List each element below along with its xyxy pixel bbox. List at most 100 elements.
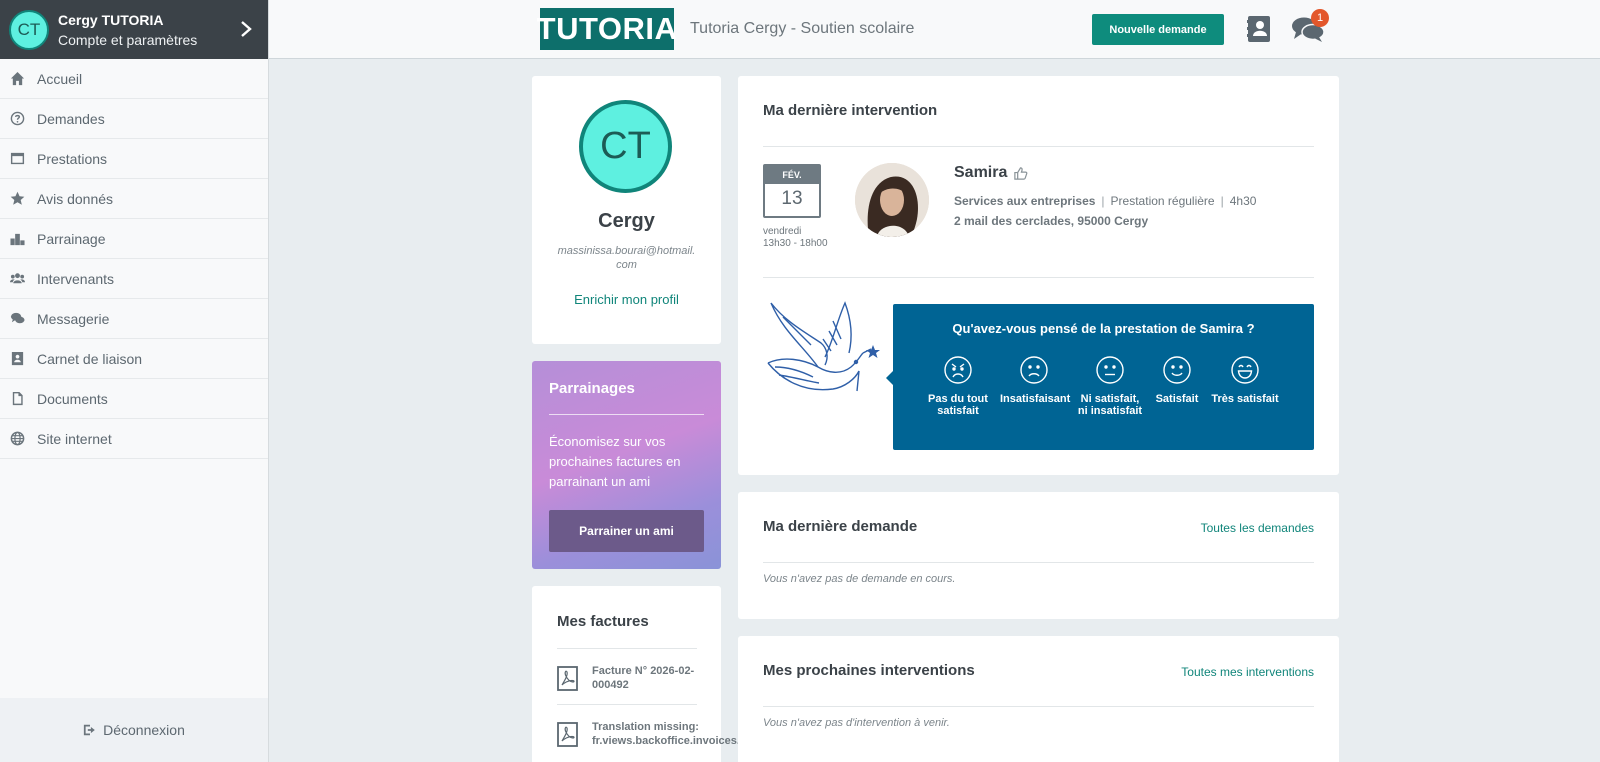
invoice-label: Facture N° 2026-02-000492 — [592, 665, 695, 691]
last-request-card: Ma dernière demande Toutes les demandes … — [738, 492, 1339, 619]
sidebar: CT Cergy TUTORIA Compte et paramètres Ac… — [0, 0, 269, 762]
all-requests-link[interactable]: Toutes les demandes — [1201, 521, 1314, 535]
divider — [763, 562, 1314, 563]
service-duration: 4h30 — [1229, 194, 1257, 208]
avatar: CT — [579, 100, 672, 193]
angry-face-icon — [944, 356, 972, 384]
service-frequency: Prestation régulière — [1110, 194, 1215, 208]
intervenant-name-text: Samira — [954, 164, 1008, 181]
logout-label: Déconnexion — [103, 722, 185, 738]
sidebar-item-accueil[interactable]: Accueil — [0, 59, 268, 99]
sidebar-item-label: Demandes — [37, 110, 105, 127]
rating-label: Ni satisfait, ni insatisfait — [1077, 393, 1143, 417]
star-icon — [10, 191, 25, 205]
section-title: Ma dernière intervention — [763, 102, 938, 119]
users-icon — [10, 273, 25, 284]
rating-label: Satisfait — [1155, 393, 1199, 405]
logout-button[interactable]: Déconnexion — [0, 698, 268, 762]
divider — [763, 277, 1314, 278]
contact-book-icon[interactable] — [1247, 16, 1271, 42]
section-title: Ma dernière demande — [763, 518, 918, 535]
contact-book-icon — [11, 351, 24, 366]
sidebar-item-label: Carnet de liaison — [37, 350, 143, 367]
date-day: 13 — [781, 188, 803, 209]
divider — [763, 146, 1314, 147]
intervenant-name: Samira — [954, 164, 1028, 182]
home-icon — [10, 71, 25, 86]
thumbs-up-icon[interactable] — [1013, 166, 1028, 181]
sidebar-item-carnet[interactable]: Carnet de liaison — [0, 339, 268, 379]
sidebar-item-label: Avis donnés — [37, 190, 114, 207]
globe-icon — [10, 431, 25, 446]
account-menu[interactable]: CT Cergy TUTORIA Compte et paramètres — [0, 0, 268, 59]
rating-label: Insatisfaisant — [1000, 393, 1071, 405]
sidebar-item-label: Accueil — [37, 70, 83, 87]
next-interventions-card: Mes prochaines interventions Toutes mes … — [738, 636, 1339, 762]
refer-friend-button[interactable]: Parrainer un ami — [549, 510, 704, 552]
sidebar-item-parrainage[interactable]: Parrainage — [0, 219, 268, 259]
podium-icon — [10, 233, 25, 246]
file-icon — [12, 391, 23, 406]
swallow-illustration — [767, 301, 880, 392]
invoice-item[interactable]: Translation missing: fr.views.backoffice… — [557, 720, 757, 748]
sidebar-item-prestations[interactable]: Prestations — [0, 139, 268, 179]
account-name: Cergy TUTORIA — [58, 11, 164, 28]
sidebar-item-avis[interactable]: Avis donnés — [0, 179, 268, 219]
sidebar-item-documents[interactable]: Documents — [0, 379, 268, 419]
profile-name: Cergy — [598, 210, 655, 232]
all-interventions-link[interactable]: Toutes mes interventions — [1181, 665, 1314, 679]
sidebar-item-intervenants[interactable]: Intervenants — [0, 259, 268, 299]
site-title: Tutoria Cergy - Soutien scolaire — [690, 20, 915, 37]
pdf-icon — [557, 666, 578, 691]
window-icon — [10, 152, 25, 165]
invoices-title: Mes factures — [557, 613, 649, 630]
date-time: 13h30 - 18h00 — [763, 238, 828, 249]
rating-label: Pas du tout satisfait — [928, 393, 988, 417]
rating-label: Très satisfait — [1211, 393, 1279, 405]
invoice-item[interactable]: Facture N° 2026-02-000492 — [557, 664, 727, 692]
section-title: Mes prochaines interventions — [763, 662, 975, 679]
notification-badge: 1 — [1311, 9, 1329, 27]
divider — [557, 648, 697, 649]
sidebar-item-label: Messagerie — [37, 310, 110, 327]
sidebar-item-label: Site internet — [37, 430, 112, 447]
avatar[interactable] — [855, 163, 929, 237]
sidebar-item-site[interactable]: Site internet — [0, 419, 268, 459]
invoices-card: Mes factures Facture N° 2026-02-000492 T… — [532, 586, 740, 762]
grin-face-icon — [1231, 356, 1259, 384]
empty-state-text: Vous n'avez pas d'intervention à venir. — [763, 717, 950, 729]
question-circle-icon — [10, 111, 25, 126]
smile-face-icon — [1163, 356, 1191, 384]
sad-face-icon — [1020, 356, 1048, 384]
rating-option-pas-du-tout-satisfait[interactable]: Pas du tout satisfait — [924, 355, 992, 417]
sign-out-icon — [84, 724, 95, 736]
sidebar-item-demandes[interactable]: Demandes — [0, 99, 268, 139]
chat-icon — [10, 312, 25, 324]
sidebar-item-label: Prestations — [37, 150, 108, 167]
new-request-button[interactable]: Nouvelle demande — [1092, 14, 1224, 45]
profile-email: massinissa.bourai@hotmail.com — [557, 245, 696, 271]
service-address: 2 mail des cerclades, 95000 Cergy — [954, 214, 1149, 228]
referral-card: Parrainages Économisez sur vos prochaine… — [532, 361, 721, 569]
rating-option-tres-satisfait[interactable]: Très satisfait — [1211, 355, 1279, 405]
neutral-face-icon — [1096, 356, 1124, 384]
feedback-question: Qu'avez-vous pensé de la prestation de S… — [952, 321, 1255, 336]
date-badge: FÉV. 13 — [763, 164, 821, 218]
account-subtitle: Compte et paramètres — [58, 31, 198, 48]
service-meta: Services aux entreprises | Prestation régu… — [954, 194, 1257, 208]
rating-option-satisfait[interactable]: Satisfait — [1143, 355, 1211, 405]
divider — [763, 706, 1314, 707]
sidebar-item-label: Intervenants — [37, 270, 115, 287]
divider — [557, 704, 697, 705]
sidebar-item-label: Parrainage — [37, 230, 106, 247]
referral-text: Économisez sur vos prochaines factures e… — [549, 434, 681, 489]
rating-option-neutre[interactable]: Ni satisfait, ni insatisfait — [1076, 355, 1144, 417]
feedback-panel: Qu'avez-vous pensé de la prestation de S… — [886, 304, 1314, 450]
pdf-icon — [557, 722, 578, 747]
enrich-profile-link[interactable]: Enrichir mon profil — [532, 292, 721, 307]
sidebar-item-messagerie[interactable]: Messagerie — [0, 299, 268, 339]
logo[interactable]: TUTORIA — [537, 8, 677, 50]
rating-option-insatisfaisant[interactable]: Insatisfaisant — [1000, 355, 1071, 405]
profile-card: CT Cergy massinissa.bourai@hotmail.com E… — [532, 76, 721, 344]
date-details: vendredi 13h30 - 18h00 — [763, 226, 828, 250]
